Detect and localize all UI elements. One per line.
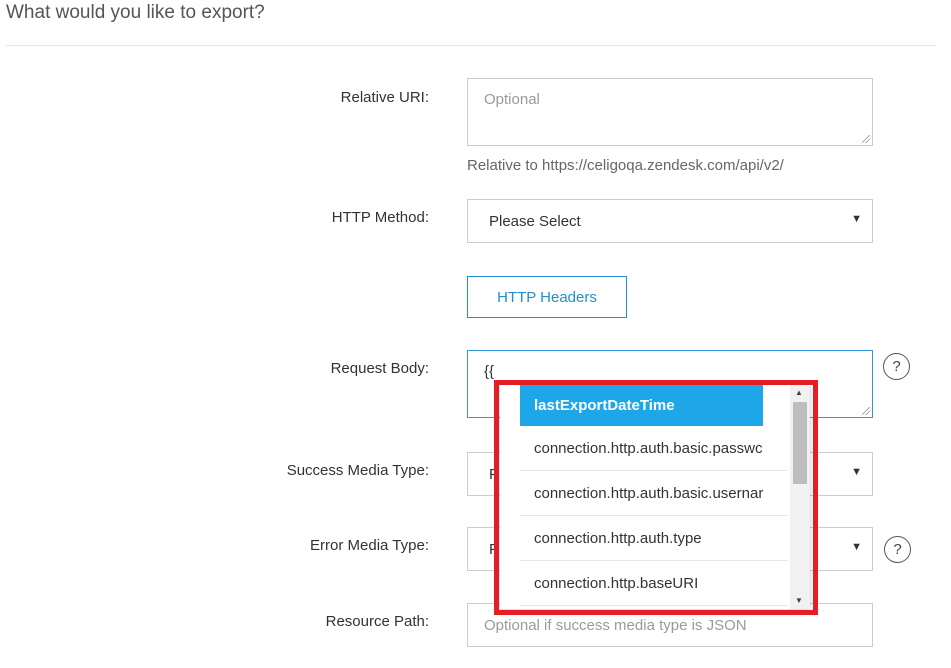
relative-uri-label: Relative URI:	[340, 89, 429, 106]
resize-grip-icon[interactable]	[862, 135, 870, 143]
highlight-box	[494, 380, 818, 615]
chevron-down-icon: ▼	[851, 541, 862, 553]
divider	[6, 45, 936, 46]
http-method-select[interactable]: Please Select ▼	[467, 199, 873, 243]
chevron-down-icon: ▼	[851, 213, 862, 225]
success-media-type-label: Success Media Type:	[286, 462, 429, 479]
relative-uri-input[interactable]: Optional	[467, 78, 873, 146]
section-title: What would you like to export?	[6, 2, 265, 23]
http-method-label: HTTP Method:	[331, 209, 429, 226]
relative-uri-placeholder: Optional	[484, 91, 540, 108]
help-icon[interactable]: ?	[883, 353, 910, 380]
request-body-label: Request Body:	[330, 360, 429, 377]
error-media-type-label: Error Media Type:	[310, 537, 429, 554]
resource-path-placeholder: Optional if success media type is JSON	[484, 617, 747, 634]
chevron-down-icon: ▼	[851, 466, 862, 478]
resource-path-label: Resource Path:	[325, 613, 429, 630]
relative-uri-help: Relative to https://celigoqa.zendesk.com…	[467, 157, 784, 174]
request-body-value: {{	[484, 363, 495, 380]
resize-grip-icon[interactable]	[862, 407, 870, 415]
http-method-value: Please Select	[489, 213, 581, 230]
help-icon[interactable]: ?	[884, 536, 911, 563]
http-headers-button[interactable]: HTTP Headers	[467, 276, 627, 318]
